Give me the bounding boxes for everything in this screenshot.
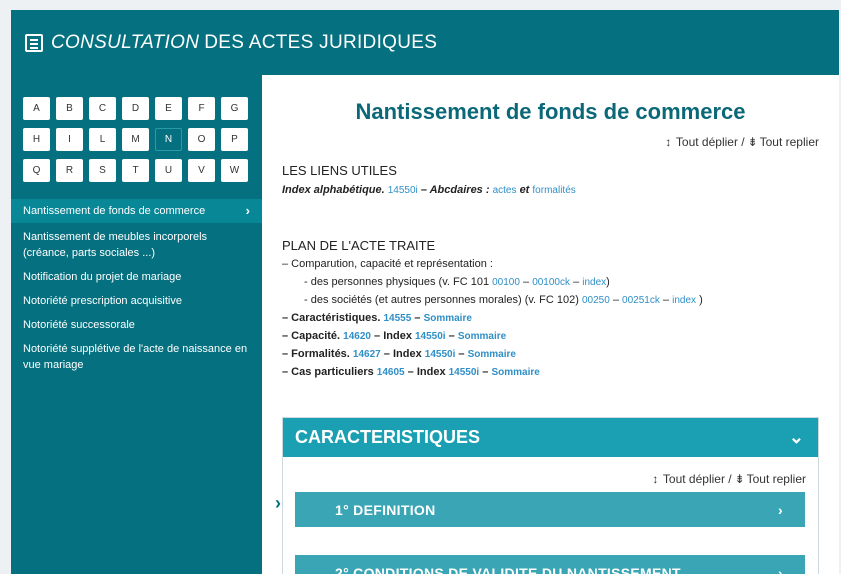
sidebar-item-label: Nantissement de meubles incorporels (cré…: [23, 231, 208, 259]
section-conditions-label: 2° CONDITIONS DE VALIDITE DU NANTISSEMEN…: [335, 564, 681, 574]
alphabet-index: ABCDEFG HILMNOP QRSTUVW: [23, 97, 248, 182]
letter-o[interactable]: O: [188, 128, 215, 151]
sidebar-item[interactable]: Nantissement de meubles incorporels (cré…: [11, 223, 262, 265]
link-actes[interactable]: actes: [493, 185, 517, 196]
letter-f[interactable]: F: [188, 97, 215, 120]
sidebar-item-label: Notoriété prescription acquisitive: [23, 295, 182, 307]
chevron-right-icon: ›: [245, 203, 250, 218]
link-14555[interactable]: 14555: [384, 313, 412, 324]
plan-capacite: – Capacité. 14620 – Index 14550i – Somma…: [282, 330, 507, 342]
expand-all-link[interactable]: Tout déplier /: [676, 135, 745, 149]
sidebar-item-label: Notification du projet de mariage: [23, 271, 182, 283]
collapse-arrows-icon[interactable]: ⇟: [748, 136, 758, 148]
link-index-cas[interactable]: 14550i: [449, 367, 480, 378]
app-frame: CONSULTATION DES ACTES JURIDIQUES ABCDEF…: [11, 10, 839, 574]
caracteristiques-panel-header[interactable]: CARACTERISTIQUES ⌄: [283, 418, 818, 457]
letter-a[interactable]: A: [23, 97, 50, 120]
letter-e[interactable]: E: [155, 97, 182, 120]
collapse-arrows-icon[interactable]: ⇟: [735, 473, 745, 485]
sidebar-item[interactable]: Notification du projet de mariage: [11, 265, 262, 289]
plan-personnes-physiques: - des personnes physiques (v. FC 101 001…: [304, 276, 610, 288]
sidebar-item-label: Notoriété supplétive de l'acte de naissa…: [23, 343, 248, 371]
letter-r[interactable]: R: [56, 159, 83, 182]
link-index-physiques[interactable]: index: [582, 277, 606, 288]
plan-formalites: – Formalités. 14627 – Index 14550i – Som…: [282, 348, 516, 360]
link-sommaire-capacite[interactable]: Sommaire: [458, 331, 506, 342]
act-title: Nantissement de fonds de commerce: [355, 99, 746, 124]
letter-u[interactable]: U: [155, 159, 182, 182]
caracteristiques-panel: CARACTERISTIQUES ⌄ ↕ Tout déplier / ⇟ To…: [275, 417, 819, 574]
section-definition[interactable]: 1° DEFINITION ›: [295, 492, 805, 527]
sidebar-nav: Nantissement de fonds de commerce › Nantis…: [11, 199, 262, 377]
plan-caracteristiques: – Caractéristiques. 14555 – Sommaire: [282, 312, 472, 324]
letter-t[interactable]: T: [122, 159, 149, 182]
top-bar: CONSULTATION DES ACTES JURIDIQUES: [11, 10, 839, 75]
panel-title: CARACTERISTIQUES: [295, 427, 481, 447]
letter-i[interactable]: I: [56, 128, 83, 151]
link-14550i[interactable]: 14550i: [388, 185, 418, 196]
link-00250[interactable]: 00250: [582, 295, 610, 306]
toggle-all-row: ↕ Tout déplier / ⇟ Tout replier: [664, 135, 819, 149]
page-title-rest: DES ACTES JURIDIQUES: [204, 31, 438, 53]
panel-expand-all-link[interactable]: Tout déplier /: [663, 472, 732, 486]
chevron-right-icon: ›: [778, 501, 783, 518]
letter-w[interactable]: W: [221, 159, 248, 182]
panel-toggle-row: ↕ Tout déplier / ⇟ Tout replier: [651, 472, 806, 486]
page-title-emphasis: CONSULTATION: [51, 31, 200, 53]
chevron-right-icon: ›: [275, 493, 281, 513]
sidebar-item[interactable]: Notoriété supplétive de l'acte de naissa…: [11, 337, 262, 377]
letter-l[interactable]: L: [89, 128, 116, 151]
plan-heading: PLAN DE L'ACTE TRAITE: [282, 238, 436, 253]
link-sommaire-formalites[interactable]: Sommaire: [468, 349, 516, 360]
link-00251ck[interactable]: 00251ck: [622, 295, 660, 306]
expand-arrows-icon[interactable]: ↕: [651, 473, 660, 485]
link-sommaire-cas[interactable]: Sommaire: [491, 367, 539, 378]
plan-comparution: – Comparution, capacité et représentatio…: [282, 258, 493, 270]
chevron-right-icon: ›: [778, 564, 783, 574]
section-definition-label: 1° DEFINITION: [335, 501, 436, 518]
sidebar-item[interactable]: Notoriété prescription acquisitive: [11, 289, 262, 313]
expand-arrows-icon[interactable]: ↕: [664, 136, 673, 148]
link-index-capacite[interactable]: 14550i: [415, 331, 446, 342]
link-14627[interactable]: 14627: [353, 349, 381, 360]
letter-d[interactable]: D: [122, 97, 149, 120]
document-list-icon: [25, 33, 43, 52]
sidebar: ABCDEFG HILMNOP QRSTUVW Nantissement de fo…: [11, 75, 262, 574]
link-00100ck[interactable]: 00100ck: [532, 277, 570, 288]
letter-m[interactable]: M: [122, 128, 149, 151]
link-index-societes[interactable]: index: [672, 295, 696, 306]
plan-cas-particuliers: – Cas particuliers 14605 – Index 14550i …: [282, 366, 540, 378]
letter-n[interactable]: N: [155, 128, 182, 151]
sidebar-item-label: Notoriété successorale: [23, 319, 135, 331]
main-content: Nantissement de fonds de commerce ↕ Tout…: [262, 75, 839, 574]
letter-h[interactable]: H: [23, 128, 50, 151]
sidebar-item[interactable]: Nantissement de fonds de commerce ›: [11, 199, 262, 223]
letter-g[interactable]: G: [221, 97, 248, 120]
collapse-all-link[interactable]: Tout replier: [760, 135, 819, 149]
link-formalites[interactable]: formalités: [532, 185, 575, 196]
panel-collapse-all-link[interactable]: Tout replier: [747, 472, 806, 486]
plan-societes: - des sociétés (et autres personnes mora…: [304, 294, 703, 306]
link-00100[interactable]: 00100: [492, 277, 520, 288]
link-14605[interactable]: 14605: [377, 367, 405, 378]
letter-v[interactable]: V: [188, 159, 215, 182]
sidebar-item-label: Nantissement de fonds de commerce: [23, 205, 206, 217]
letter-p[interactable]: P: [221, 128, 248, 151]
section-conditions[interactable]: 2° CONDITIONS DE VALIDITE DU NANTISSEMEN…: [295, 555, 805, 574]
useful-links-heading: LES LIENS UTILES: [282, 163, 397, 178]
link-14620[interactable]: 14620: [343, 331, 371, 342]
letter-s[interactable]: S: [89, 159, 116, 182]
letter-q[interactable]: Q: [23, 159, 50, 182]
link-sommaire-carac[interactable]: Sommaire: [424, 313, 472, 324]
letter-c[interactable]: C: [89, 97, 116, 120]
sidebar-item[interactable]: Notoriété successorale: [11, 313, 262, 337]
letter-b[interactable]: B: [56, 97, 83, 120]
useful-links-line: Index alphabétique. 14550i – Abcdaires :…: [282, 184, 576, 196]
link-index-formalites[interactable]: 14550i: [425, 349, 456, 360]
chevron-down-icon[interactable]: ⌄: [789, 427, 804, 448]
